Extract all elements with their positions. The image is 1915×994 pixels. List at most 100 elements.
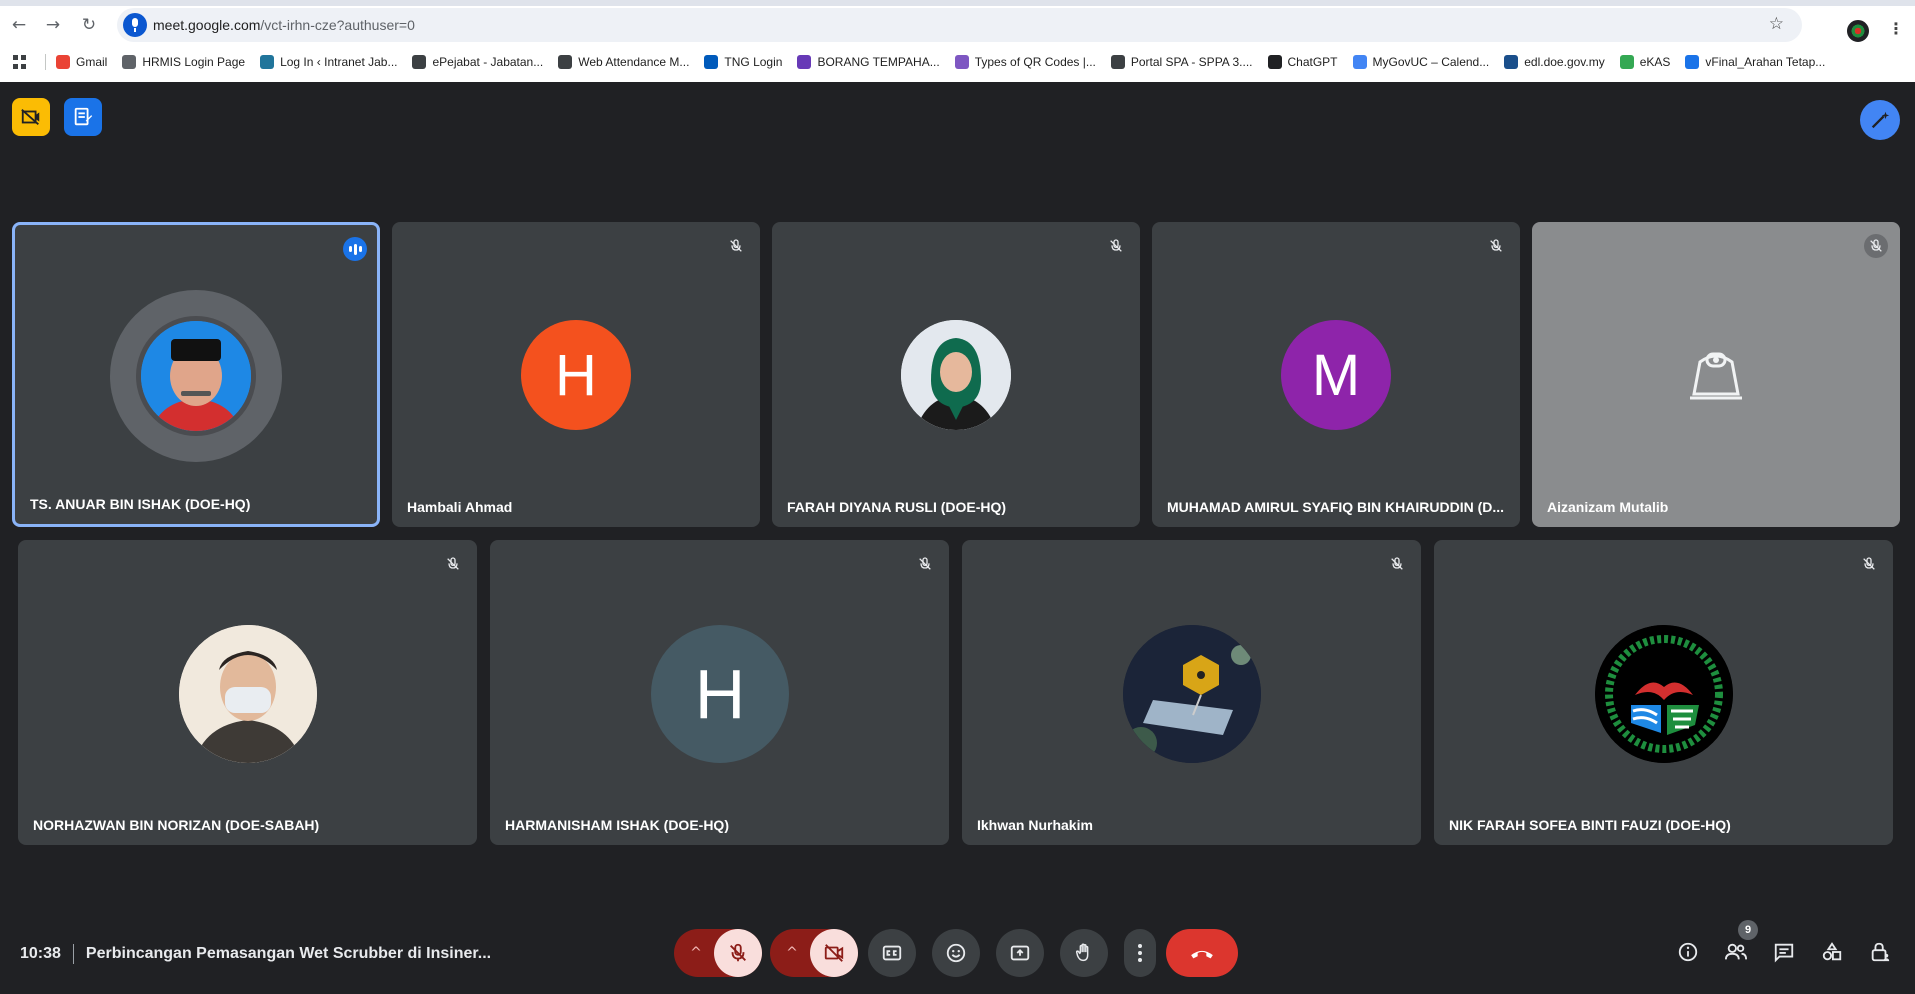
bookmark-item[interactable]: ePejabat - Jabatan... [412, 55, 543, 69]
clock-time: 10:38 [20, 945, 61, 962]
back-icon[interactable]: ← [8, 14, 30, 36]
participant-tile[interactable]: H Hambali Ahmad [392, 222, 760, 527]
bookmark-item[interactable]: MyGovUC – Calend... [1352, 55, 1489, 69]
participant-name: Hambali Ahmad [407, 499, 513, 515]
video-off-icon [21, 108, 40, 126]
host-controls-button[interactable] [1860, 932, 1900, 972]
profile-avatar[interactable] [1847, 20, 1869, 42]
bookmarks-divider [45, 54, 46, 70]
browser-menu-icon[interactable]: ⋮ [1888, 19, 1904, 38]
chat-button[interactable] [1764, 932, 1804, 972]
bookmark-item[interactable]: BORANG TEMPAHA... [797, 55, 940, 69]
mic-muted-icon [1385, 552, 1409, 576]
mic-muted-icon [1864, 234, 1888, 258]
participant-name: NIK FARAH SOFEA BINTI FAUZI (DOE-HQ) [1449, 817, 1731, 833]
participant-tile[interactable]: FARAH DIYANA RUSLI (DOE-HQ) [772, 222, 1140, 527]
captions-button[interactable] [868, 929, 916, 977]
participant-tile[interactable]: NIK FARAH SOFEA BINTI FAUZI (DOE-HQ) [1434, 540, 1893, 845]
meeting-title: Perbincangan Pemasangan Wet Scrubber di … [85, 945, 492, 962]
microphone-permission-icon[interactable] [123, 13, 147, 37]
bookmark-label: edl.doe.gov.my [1524, 55, 1605, 69]
bookmark-item[interactable]: HRMIS Login Page [122, 55, 245, 69]
bookmark-favicon-icon [954, 55, 969, 69]
profile-photo [179, 625, 317, 763]
bookmark-item[interactable]: eKAS [1619, 55, 1670, 69]
bookmark-favicon-icon [797, 55, 812, 69]
bookmark-item[interactable]: Portal SPA - SPPA 3.... [1110, 55, 1253, 69]
profile-photo [901, 320, 1011, 430]
transcript-button[interactable] [64, 98, 102, 136]
forward-icon[interactable]: → [42, 14, 64, 36]
participant-name: FARAH DIYANA RUSLI (DOE-HQ) [787, 499, 1007, 515]
microphone-toggle-button[interactable] [714, 929, 762, 977]
bookmark-item[interactable]: vFinal_Arahan Tetap... [1685, 55, 1825, 69]
bookmark-item[interactable]: Gmail [56, 55, 107, 69]
bookmark-item[interactable]: ChatGPT [1267, 55, 1338, 69]
participant-name: NORHAZWAN BIN NORIZAN (DOE-SABAH) [33, 817, 320, 833]
meeting-details-button[interactable] [1668, 932, 1708, 972]
profile-photo [141, 321, 251, 431]
bookmark-item[interactable]: edl.doe.gov.my [1504, 55, 1605, 69]
reactions-button[interactable] [932, 929, 980, 977]
participant-name: MUHAMAD AMIRUL SYAFIQ BIN KHAIRUDDIN (D.… [1167, 499, 1505, 515]
mic-muted-icon [1104, 234, 1128, 258]
leave-call-button[interactable] [1166, 929, 1238, 977]
effects-button[interactable] [1860, 100, 1900, 140]
participant-tile[interactable]: TS. ANUAR BIN ISHAK (DOE-HQ) [12, 222, 380, 527]
avatar-initial: H [651, 625, 789, 763]
bookmark-favicon-icon [1685, 55, 1700, 69]
bookmark-label: BORANG TEMPAHA... [817, 55, 940, 69]
bookmark-item[interactable]: Web Attendance M... [558, 55, 689, 69]
bookmark-favicon-icon [1110, 55, 1125, 69]
mic-muted-icon [1484, 234, 1508, 258]
bookmark-favicon-icon [1504, 55, 1519, 69]
activities-button[interactable] [1812, 932, 1852, 972]
magic-wand-icon [1871, 111, 1890, 129]
bookmarks-bar: Gmail HRMIS Login Page Log In ‹ Intranet J… [0, 50, 1915, 74]
url-path: /vct-irhn-cze?authuser=0 [260, 17, 415, 33]
present-screen-button[interactable] [996, 929, 1044, 977]
camera-off-icon [824, 944, 844, 962]
bookmark-label: Web Attendance M... [578, 55, 690, 69]
mic-options-chevron-icon[interactable]: ^ [677, 929, 715, 977]
participant-tile[interactable]: H HARMANISHAM ISHAK (DOE-HQ) [490, 540, 949, 845]
notes-icon [74, 107, 93, 126]
participant-tile[interactable]: NORHAZWAN BIN NORIZAN (DOE-SABAH) [18, 540, 477, 845]
camera-options-chevron-icon[interactable]: ^ [773, 929, 811, 977]
url-text[interactable]: meet.google.com/vct-irhn-cze?authuser=0 [153, 17, 415, 33]
bookmark-label: Log In ‹ Intranet Jab... [280, 55, 398, 69]
recording-indicator-button[interactable] [12, 98, 50, 136]
info-divider [72, 944, 74, 964]
participant-tile[interactable]: Aizanizam Mutalib [1532, 222, 1900, 527]
bookmark-item[interactable]: Log In ‹ Intranet Jab... [260, 55, 397, 69]
bookmark-item[interactable]: Types of QR Codes |... [954, 55, 1096, 69]
bookmark-item[interactable]: TNG Login [704, 55, 782, 69]
avatar-initial: M [1281, 320, 1391, 430]
bookmark-label: TNG Login [724, 55, 783, 69]
avatar-ring [110, 290, 282, 462]
browser-chrome: ← → ↻ meet.google.com/vct-irhn-cze?authu… [0, 0, 1915, 82]
reload-icon[interactable]: ↻ [78, 14, 100, 36]
info-icon [1678, 942, 1698, 962]
apps-grid-icon[interactable] [13, 55, 27, 69]
bookmark-label: Types of QR Codes |... [974, 55, 1096, 69]
meeting-info: 10:38 Perbincangan Pemasangan Wet Scrubb… [20, 944, 491, 964]
bookmark-star-icon[interactable]: ☆ [1769, 14, 1784, 34]
meet-stage: TS. ANUAR BIN ISHAK (DOE-HQ) H Hambali A… [0, 82, 1915, 994]
chat-icon [1774, 943, 1794, 963]
camera-toggle-button[interactable] [810, 929, 858, 977]
mic-off-icon [730, 943, 746, 962]
more-options-button[interactable] [1124, 929, 1156, 977]
participant-name: HARMANISHAM ISHAK (DOE-HQ) [505, 817, 729, 833]
participant-name: TS. ANUAR BIN ISHAK (DOE-HQ) [30, 496, 251, 512]
raise-hand-button[interactable] [1060, 929, 1108, 977]
participant-tile[interactable]: M MUHAMAD AMIRUL SYAFIQ BIN KHAIRUDDIN (… [1152, 222, 1520, 527]
hand-icon [1075, 943, 1089, 962]
participant-tile[interactable]: Ikhwan Nurhakim [962, 540, 1421, 845]
navigation-row: ← → ↻ meet.google.com/vct-irhn-cze?authu… [0, 6, 1915, 44]
bookmark-favicon-icon [1619, 55, 1634, 69]
organization-logo [1595, 625, 1733, 763]
url-host: meet.google.com [153, 17, 261, 33]
avatar [1595, 625, 1733, 763]
address-bar[interactable]: meet.google.com/vct-irhn-cze?authuser=0 … [117, 8, 1802, 42]
